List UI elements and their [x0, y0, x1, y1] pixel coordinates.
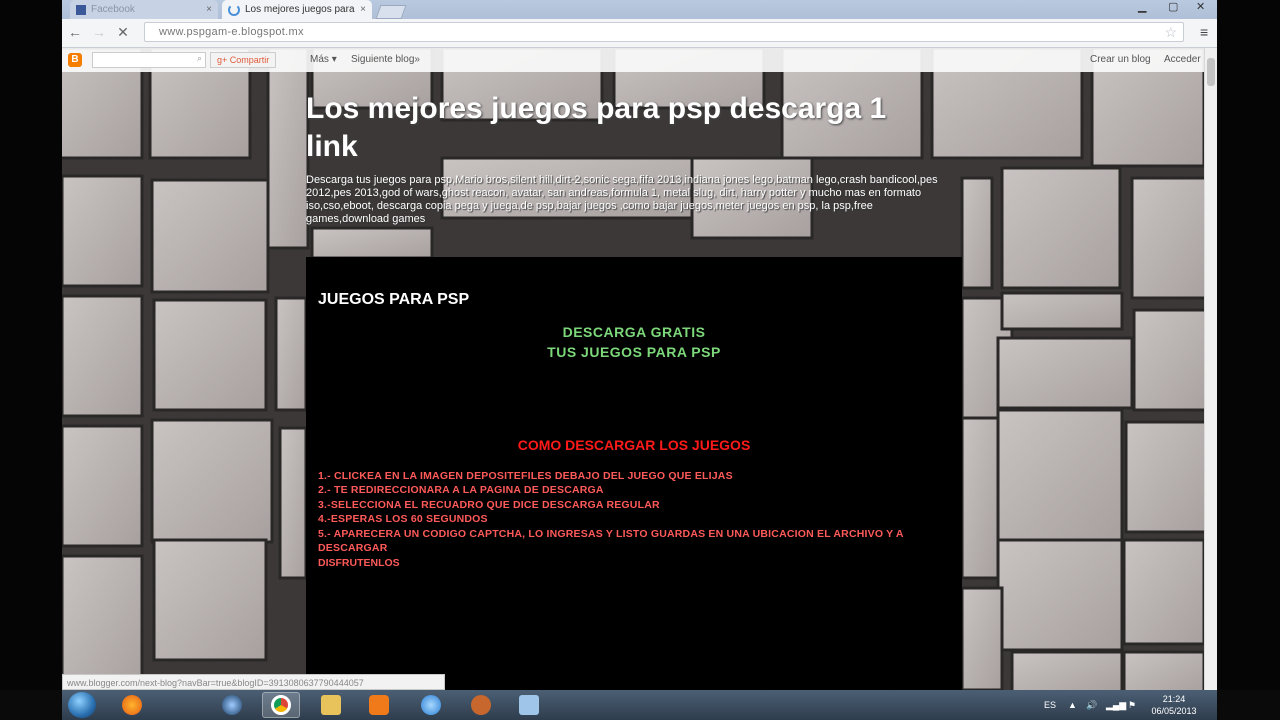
taskbar-baseball[interactable]: [462, 692, 500, 718]
step-item: 1.- CLICKEA EN LA IMAGEN DEPOSITEFILES D…: [318, 470, 733, 482]
create-blog-link[interactable]: Crear un blog: [1090, 54, 1151, 65]
clock-time: 21:24: [1162, 694, 1186, 704]
tray-arrow-icon[interactable]: ▲: [1068, 690, 1077, 720]
blog-description: Descarga tus juegos para psp,Mario bros,…: [306, 174, 938, 225]
step-item: 4.-ESPERAS LOS 60 SEGUNDOS: [318, 513, 488, 526]
page-scrollbar[interactable]: [1204, 48, 1217, 690]
tab-label: Los mejores juegos para p: [245, 4, 357, 15]
forward-icon[interactable]: →: [90, 23, 108, 41]
volume-icon[interactable]: 🔊: [1086, 690, 1097, 720]
bookmark-star-icon[interactable]: ☆: [1164, 24, 1177, 41]
close-window-icon[interactable]: ✕: [1196, 0, 1205, 13]
taskbar-explorer[interactable]: [312, 692, 350, 718]
more-label: Más: [310, 54, 329, 65]
search-icon[interactable]: ⌕: [197, 53, 202, 64]
next-blog-link[interactable]: Siguiente blog»: [351, 54, 420, 65]
step-item: 2.- TE REDIRECCIONARA A LA PAGINA DE DES…: [318, 484, 604, 497]
tab-strip: Facebook × Los mejores juegos para p × ▁…: [62, 0, 1217, 19]
close-icon[interactable]: ×: [206, 4, 212, 15]
taskbar-window[interactable]: [510, 692, 548, 718]
share-label: Compartir: [229, 55, 270, 65]
share-button[interactable]: g+ Compartir: [210, 52, 277, 68]
start-button[interactable]: [68, 692, 96, 718]
tab-blog[interactable]: Los mejores juegos para p ×: [222, 0, 372, 19]
blog-search-input[interactable]: ⌕: [92, 52, 206, 68]
step-item: 3.-SELECCIONA EL RECUADRO QUE DICE DESCA…: [318, 498, 660, 511]
app-window-icon: [519, 695, 539, 715]
stop-icon[interactable]: ✕: [114, 23, 132, 41]
browser-window: Facebook × Los mejores juegos para p × ▁…: [62, 0, 1217, 690]
menu-icon[interactable]: ≡: [1200, 24, 1208, 40]
post-body: JUEGOS PARA PSP DESCARGA GRATIS TUS JUEG…: [306, 257, 962, 690]
language-indicator[interactable]: ES: [1044, 690, 1056, 720]
page-viewport: B ⌕ g+ Compartir Más ▾ Siguiente blog» C…: [62, 48, 1204, 690]
taskbar-media[interactable]: [360, 692, 398, 718]
address-bar[interactable]: www.pspgam-e.blogspot.mx ☆: [144, 22, 1184, 42]
video-letterbox-right: [1217, 0, 1280, 690]
promo-line-1: DESCARGA GRATIS: [562, 324, 706, 340]
promo-line-2: TUS JUEGOS PARA PSP: [547, 344, 721, 360]
notification-icon[interactable]: ⚑: [1128, 690, 1136, 720]
media-player-icon: [369, 695, 389, 715]
minimize-icon[interactable]: ▁: [1138, 0, 1146, 13]
windows-taskbar: ES ▲ 🔊 ▂▄▆ ⚑ 21:24 06/05/2013: [62, 690, 1217, 720]
clock-date: 06/05/2013: [1151, 706, 1197, 716]
google-plus-icon: g+: [217, 55, 230, 65]
system-clock[interactable]: 21:24 06/05/2013: [1144, 693, 1204, 717]
howto-heading: COMO DESCARGAR LOS JUEGOS: [517, 437, 751, 453]
taskbar-itunes[interactable]: [412, 692, 450, 718]
network-icon[interactable]: ▂▄▆: [1106, 690, 1126, 720]
post-title: JUEGOS PARA PSP: [318, 291, 470, 308]
taskbar-chrome[interactable]: [262, 692, 300, 718]
address-url: www.pspgam-e.blogspot.mx: [159, 26, 304, 38]
close-icon[interactable]: ×: [360, 4, 366, 15]
facebook-icon: [76, 4, 86, 15]
scrollbar-thumb[interactable]: [1207, 58, 1215, 86]
tab-facebook[interactable]: Facebook ×: [70, 0, 218, 19]
baseball-icon: [471, 695, 491, 715]
blogger-navbar: B ⌕ g+ Compartir Más ▾ Siguiente blog» C…: [62, 48, 1204, 72]
closing-text: DISFRUTENLOS: [318, 557, 400, 569]
browser-toolbar: ← → ✕ www.pspgam-e.blogspot.mx ☆ ≡: [62, 19, 1217, 48]
steam-icon: [222, 695, 242, 715]
video-letterbox-left: [0, 0, 62, 690]
taskbar-steam[interactable]: [213, 692, 251, 718]
status-bar-url: www.blogger.com/next-blog?navBar=true&bl…: [62, 674, 445, 690]
loading-icon: [228, 3, 240, 16]
new-tab-button[interactable]: [375, 5, 407, 19]
chevron-down-icon: ▾: [331, 54, 337, 65]
firefox-icon: [122, 695, 142, 715]
step-item: 5.- APARECERA UN CODIGO CAPTCHA, LO INGR…: [318, 527, 904, 555]
chrome-icon: [271, 695, 291, 715]
taskbar-firefox[interactable]: [113, 692, 151, 718]
tab-label: Facebook: [91, 4, 135, 15]
blogger-icon[interactable]: B: [68, 53, 82, 67]
more-menu[interactable]: Más ▾: [310, 54, 337, 65]
blog-title[interactable]: Los mejores juegos para psp descarga 1 l…: [306, 90, 946, 166]
itunes-icon: [421, 695, 441, 715]
back-icon[interactable]: ←: [66, 23, 84, 41]
steps-list: 1.- CLICKEA EN LA IMAGEN DEPOSITEFILES D…: [318, 469, 962, 555]
maximize-icon[interactable]: ▢: [1168, 0, 1178, 13]
sign-in-link[interactable]: Acceder: [1164, 54, 1201, 65]
folder-icon: [321, 695, 341, 715]
